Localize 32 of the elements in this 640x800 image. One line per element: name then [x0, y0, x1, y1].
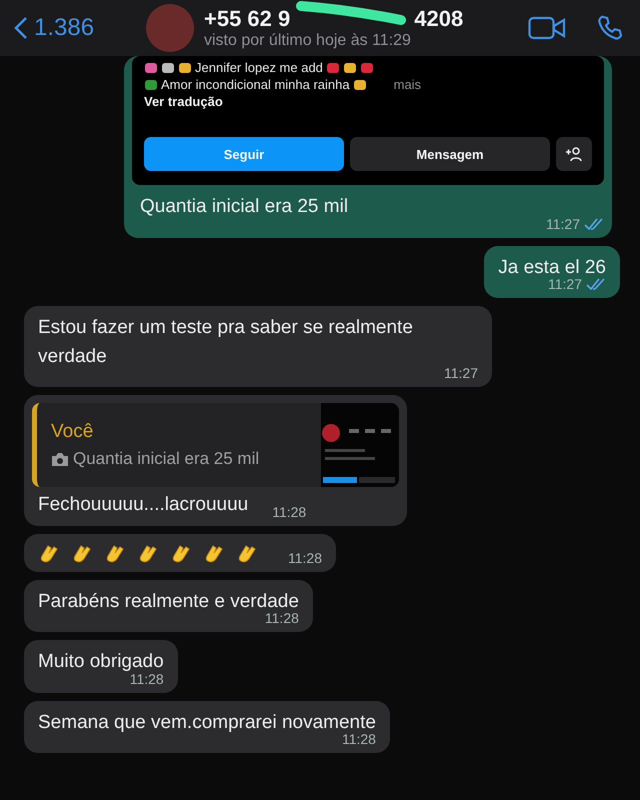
message-text: Quantia inicial era 25 mil [139, 195, 350, 219]
quote-text: Quantia inicial era 25 mil [73, 449, 260, 469]
message-text: Ja esta el 26 [498, 256, 606, 279]
message-time: 11:27 [444, 365, 478, 381]
bio-text: Jennifer lopez me add [195, 60, 323, 75]
message-time: 11:28 [342, 731, 376, 747]
translate-link[interactable]: Ver tradução [144, 94, 592, 109]
message-time: 11:28 [264, 610, 299, 626]
video-call-icon[interactable] [528, 16, 566, 40]
quoted-message[interactable]: Você Quantia inicial era 25 mil [32, 403, 399, 487]
more-link[interactable]: mais [394, 77, 422, 92]
message-text: Parabéns realmente e verdade [38, 590, 299, 613]
double-check-icon [584, 218, 604, 230]
message-time: 11:27 [546, 216, 580, 232]
contact-name: 4208 [414, 6, 464, 32]
message-text: Semana que vem.comprarei novamente [38, 710, 376, 734]
double-check-icon [586, 278, 606, 290]
bio-text: Amor incondicional minha rainha [161, 77, 350, 92]
message-time: 11:28 [272, 504, 306, 520]
camera-icon [51, 452, 69, 466]
quote-author: Você [51, 421, 94, 443]
contact-name: +55 62 9 [204, 6, 290, 32]
unread-count[interactable]: 1.386 [34, 14, 94, 42]
message-text: Fechouuuuu....lacrouuuu [38, 493, 248, 517]
add-person-button[interactable] [556, 137, 592, 171]
message-time: 11:28 [288, 550, 322, 566]
message-time: 11:27 [548, 276, 582, 292]
message-button[interactable]: Mensagem [350, 137, 550, 171]
message-text: Estou fazer um teste pra saber se realmente verdade [38, 316, 414, 368]
last-seen-status: visto por último hoje às 11:29 [204, 32, 412, 50]
add-person-icon [565, 146, 583, 162]
back-icon[interactable] [14, 16, 28, 40]
